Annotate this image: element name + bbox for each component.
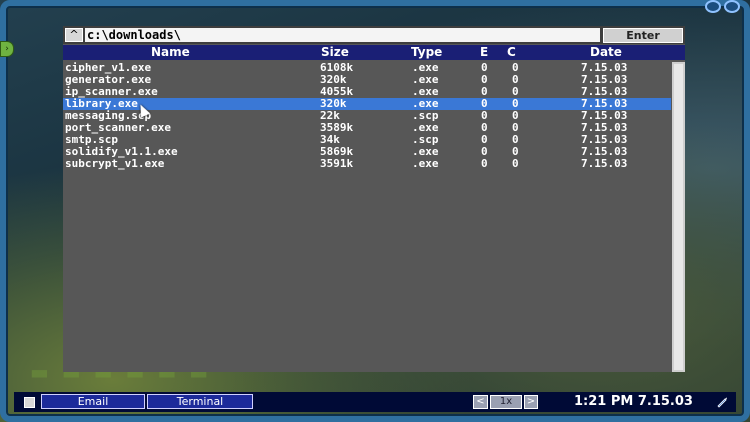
window-controls: [705, 0, 740, 13]
file-row-selected[interactable]: library.exe 320k .exe 0 0 7.15.03: [63, 98, 671, 110]
column-type[interactable]: Type: [411, 45, 442, 60]
file-c: 0: [512, 157, 519, 170]
vertical-scrollbar[interactable]: [672, 62, 685, 372]
file-name: subcrypt_v1.exe: [65, 157, 165, 170]
file-row[interactable]: ip_scanner.exe 4055k .exe 0 0 7.15.03: [63, 86, 671, 98]
enter-button[interactable]: Enter: [603, 28, 683, 43]
clock: 1:21 PM 7.15.03: [574, 394, 693, 409]
side-panel-toggle-icon[interactable]: ›: [0, 41, 14, 57]
start-square-icon[interactable]: [24, 397, 35, 408]
next-button[interactable]: >: [524, 395, 538, 409]
file-date: 7.15.03: [581, 157, 628, 170]
column-size[interactable]: Size: [321, 45, 349, 60]
zoom-button[interactable]: 1x: [490, 395, 522, 409]
column-name[interactable]: Name: [151, 45, 190, 60]
file-row[interactable]: cipher_v1.exe 6108k .exe 0 0 7.15.03: [63, 62, 671, 74]
pen-icon[interactable]: [716, 396, 728, 408]
column-e[interactable]: E: [480, 45, 488, 60]
column-date[interactable]: Date: [590, 45, 622, 60]
prev-button[interactable]: <: [473, 395, 488, 409]
terminal-button[interactable]: Terminal: [147, 394, 253, 409]
email-button[interactable]: Email: [41, 394, 145, 409]
file-list: cipher_v1.exe 6108k .exe 0 0 7.15.03 gen…: [63, 62, 671, 170]
file-type: .exe: [412, 157, 439, 170]
minimize-icon[interactable]: [705, 0, 721, 13]
file-row[interactable]: port_scanner.exe 3589k .exe 0 0 7.15.03: [63, 122, 671, 134]
file-browser-window: ^ c:\downloads\ Enter Name Size Type E C…: [63, 26, 685, 372]
column-c[interactable]: C: [507, 45, 516, 60]
taskbar: Email Terminal < 1x > 1:21 PM 7.15.03: [14, 392, 736, 412]
file-size: 3591k: [320, 157, 354, 170]
column-header: Name Size Type E C Date: [63, 45, 685, 60]
path-bar: ^ c:\downloads\ Enter: [63, 26, 685, 44]
file-e: 0: [481, 157, 488, 170]
close-icon[interactable]: [724, 0, 740, 13]
file-row[interactable]: subcrypt_v1.exe 3591k .exe 0 0 7.15.03: [63, 158, 671, 170]
path-input[interactable]: c:\downloads\: [85, 28, 600, 42]
up-directory-button[interactable]: ^: [65, 28, 83, 42]
scrollbar-track[interactable]: [674, 64, 683, 370]
